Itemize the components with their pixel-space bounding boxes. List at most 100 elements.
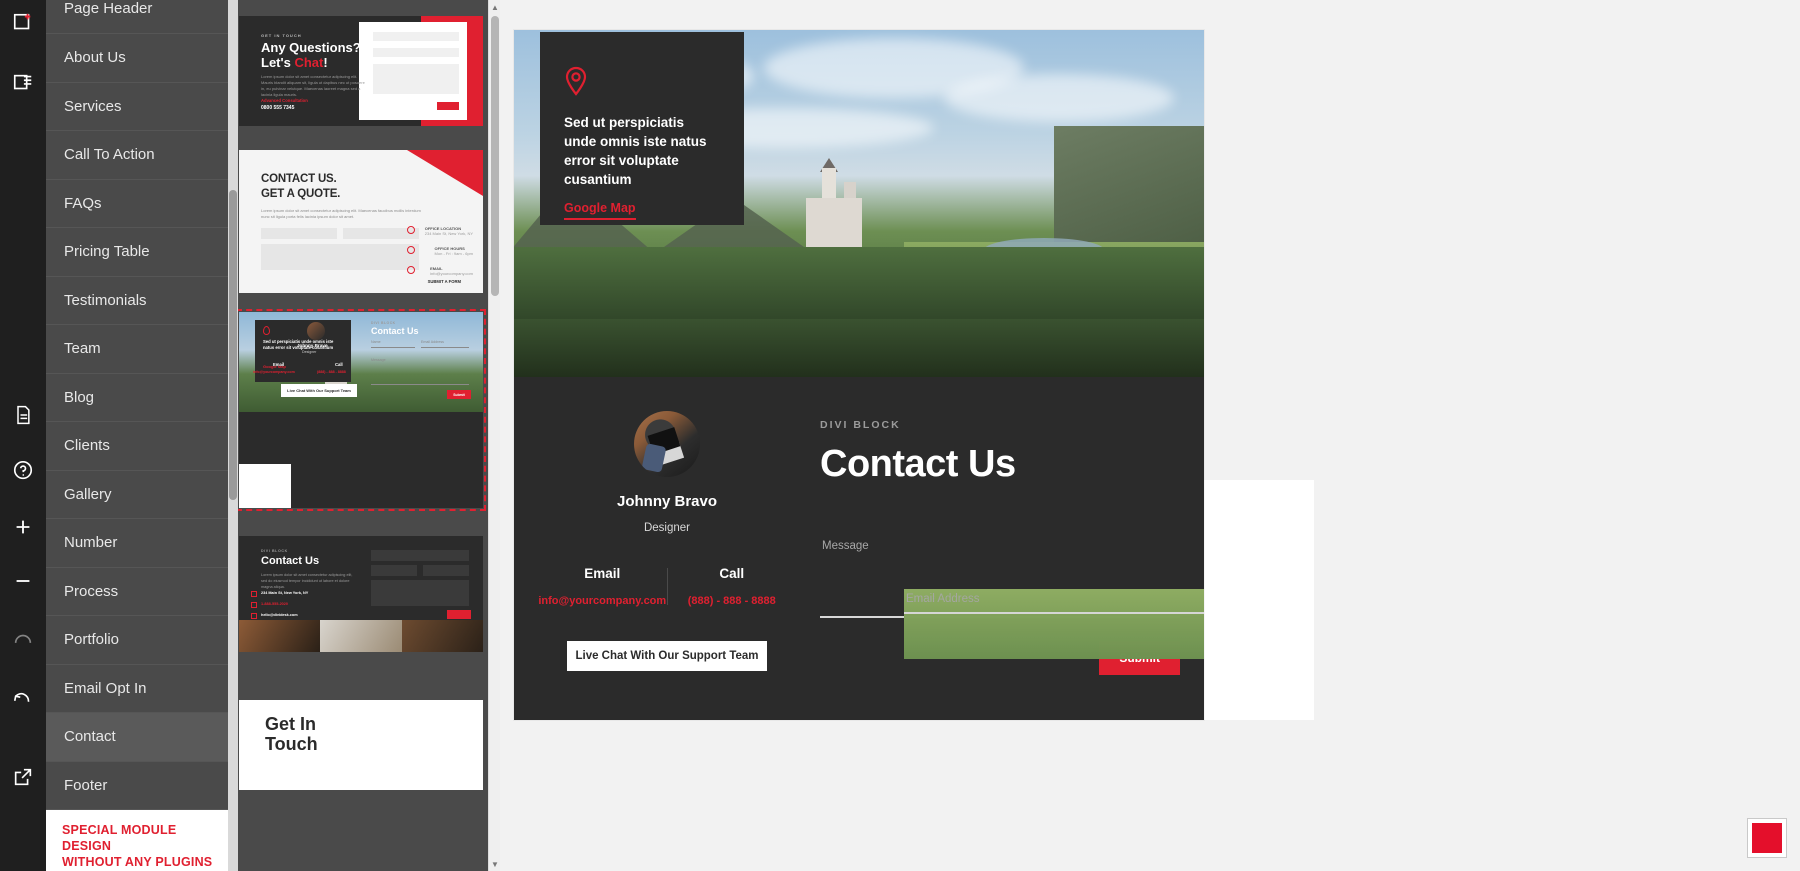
sidebar-item-faqs[interactable]: FAQs <box>46 180 238 228</box>
contact-form-column: DIVI BLOCK Contact Us Submit <box>820 377 1204 720</box>
sidebar-item-team[interactable]: Team <box>46 325 238 374</box>
sidebar-item-label: Blog <box>64 388 95 406</box>
sidebar-item-number[interactable]: Number <box>46 519 238 568</box>
thumb-image <box>320 620 402 652</box>
sidebar-item-label: Contact <box>64 728 116 746</box>
thumb-title-line2: Touch <box>265 734 318 754</box>
undo-icon[interactable] <box>0 676 46 722</box>
color-swatch[interactable] <box>1747 818 1787 858</box>
thumbnail-scrollbar-thumb[interactable] <box>491 16 499 296</box>
thumb-phone: 1-888-555-2020 <box>261 602 289 606</box>
sidebar-item-services[interactable]: Services <box>46 83 238 131</box>
sidebar-item-process[interactable]: Process <box>46 568 238 616</box>
thumb-white-block <box>239 464 291 508</box>
email-value[interactable]: info@yourcompany.com <box>538 595 667 607</box>
color-swatch-fill <box>1752 823 1782 853</box>
external-link-icon[interactable] <box>0 754 46 800</box>
sidebar-item-about-us[interactable]: About Us <box>46 34 238 83</box>
thumb-chat-button: Live Chat With Our Support Team <box>281 384 357 397</box>
sidebar-scrollbar-track[interactable] <box>228 0 238 871</box>
sidebar-item-clients[interactable]: Clients <box>46 422 238 471</box>
avatar <box>634 411 700 477</box>
email-input[interactable] <box>904 593 1204 614</box>
thumb-eyebrow: DIVI BLOCK <box>261 549 288 553</box>
thumb-field <box>261 228 337 239</box>
thumbnail-contact-us-dark[interactable]: DIVI BLOCK Contact Us Lorem ipsum dolor … <box>239 536 483 652</box>
thumb-field <box>371 550 469 561</box>
thumb-title: Any Questions? Let's Chat! <box>261 40 361 70</box>
cloud <box>944 74 1174 122</box>
thumb-email: hello@dividesk.com <box>261 613 298 617</box>
thumb-title-line1: Get In <box>265 714 317 734</box>
thumbnail-contact-selected[interactable]: Sed ut perspiciatis unde omnis iste natu… <box>238 309 486 511</box>
thumb-paragraph: Lorem ipsum dolor sit amet consectetur a… <box>261 573 353 589</box>
email-block: Email info@yourcompany.com <box>538 566 667 607</box>
sidebar-item-label: Process <box>64 582 119 600</box>
thumb-field-line <box>371 347 415 348</box>
sidebar-item-contact[interactable]: Contact <box>46 713 238 762</box>
call-value[interactable]: (888) - 888 - 8888 <box>668 595 797 607</box>
sidebar-item-pricing-table[interactable]: Pricing Table <box>46 228 238 277</box>
thumbnail-get-a-quote[interactable]: CONTACT US. GET A QUOTE. Lorem ipsum dol… <box>239 150 483 293</box>
sidebar-item-gallery[interactable]: Gallery <box>46 471 238 519</box>
thumb-link: Advanced Consultation <box>261 98 308 103</box>
thumbnail-any-questions[interactable]: GET IN TOUCH Any Questions? Let's Chat! … <box>239 16 483 126</box>
thumb-field <box>373 32 459 41</box>
sidebar-item-label: Pricing Table <box>64 243 150 261</box>
sidebar-item-email-opt-in[interactable]: Email Opt In <box>46 665 238 713</box>
sidebar-item-label: Portfolio <box>64 631 120 649</box>
new-page-icon[interactable] <box>0 0 46 46</box>
scroll-down-icon[interactable]: ▼ <box>489 857 500 871</box>
map-pin-icon <box>564 66 588 100</box>
layout-list-icon[interactable] <box>0 60 46 106</box>
thumb-side-item: OFFICE HOURS Mon - Fri : 9am - 6pm <box>435 246 473 256</box>
hero-section: Sed ut perspiciatis unde omnis iste natu… <box>514 30 1204 377</box>
map-pin-icon <box>263 326 270 335</box>
thumb-side-item: EMAIL info@yourcompany.com <box>430 266 473 276</box>
thumb-field <box>373 48 459 57</box>
sidebar-item-label: Team <box>64 340 101 358</box>
minus-icon[interactable] <box>0 558 46 604</box>
document-icon[interactable] <box>0 392 46 438</box>
thumb-submit-button <box>447 610 471 619</box>
email-field-wrap <box>904 589 1204 659</box>
hero-overlay-card: Sed ut perspiciatis unde omnis iste natu… <box>540 32 744 225</box>
sidebar-item-label: Clients <box>64 437 110 455</box>
plus-icon[interactable] <box>0 504 46 550</box>
divi-builder-app: Page Header About Us Services Call To Ac… <box>0 0 1800 871</box>
thumb-paragraph: Lorem ipsum dolor sit amet consectetur a… <box>261 74 365 97</box>
redo-icon[interactable] <box>0 618 46 664</box>
google-map-link[interactable]: Google Map <box>564 201 636 220</box>
live-chat-button[interactable]: Live Chat With Our Support Team <box>567 641 767 671</box>
thumb-field <box>423 565 469 576</box>
thumb-title-line2c: ! <box>323 55 328 70</box>
mail-icon <box>251 613 257 619</box>
sidebar-item-blog[interactable]: Blog <box>46 374 238 422</box>
sidebar-item-call-to-action[interactable]: Call To Action <box>46 131 238 180</box>
sidebar-scrollbar-thumb[interactable] <box>229 190 237 500</box>
sidebar-item-page-header[interactable]: Page Header <box>46 0 238 34</box>
thumb-title-line2a: Let's <box>261 55 295 70</box>
help-circle-icon[interactable] <box>0 448 46 494</box>
sidebar-item-testimonials[interactable]: Testimonials <box>46 277 238 325</box>
forest-near <box>514 319 1204 377</box>
page-preview: Sed ut perspiciatis unde omnis iste natu… <box>514 30 1204 720</box>
thumb-email-value: info@yourcompany.com <box>253 370 295 374</box>
thumbnail-scrollbar-track[interactable]: ▲ ▼ <box>488 0 500 871</box>
thumb-title-accent: Chat <box>294 55 324 70</box>
thumb-title: Get In Touch <box>265 714 318 754</box>
sidebar-item-label: Number <box>64 534 118 552</box>
thumb-phone: 0800 555 7345 <box>261 105 295 111</box>
thumb-eyebrow: DIVI BLOCK <box>371 321 396 325</box>
thumb-submit-label: SUBMIT A FORM <box>427 279 461 284</box>
sidebar-item-label: About Us <box>64 49 126 67</box>
promo-card[interactable]: SPECIAL MODULE DESIGN WITHOUT ANY PLUGIN… <box>46 810 238 871</box>
scroll-up-icon[interactable]: ▲ <box>489 0 500 14</box>
thumb-field <box>371 580 469 606</box>
sidebar-item-portfolio[interactable]: Portfolio <box>46 616 238 665</box>
thumbnail-get-in-touch[interactable]: Get In Touch <box>239 700 483 790</box>
thumb-paragraph: Lorem ipsum dolor sit amet consectetur a… <box>261 208 421 220</box>
sidebar-item-footer[interactable]: Footer <box>46 762 238 810</box>
thumb-side-item: OFFICE LOCATION 234 Main St, New York, N… <box>425 226 473 236</box>
thumb-field-label: Message <box>371 358 386 362</box>
